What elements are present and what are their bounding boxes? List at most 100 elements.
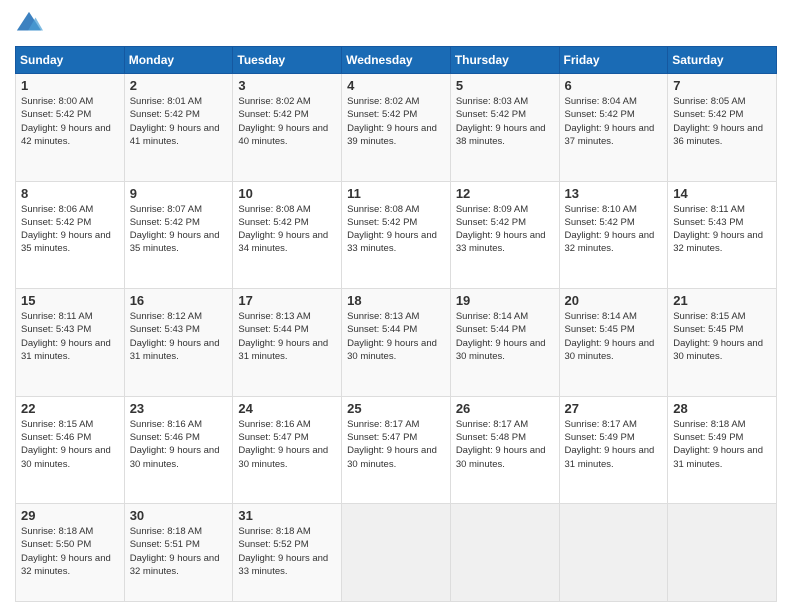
day-number: 1 — [21, 78, 119, 93]
calendar-day-header: Tuesday — [233, 47, 342, 74]
day-number: 7 — [673, 78, 771, 93]
day-number: 25 — [347, 401, 445, 416]
calendar-day-cell: 31 Sunrise: 8:18 AMSunset: 5:52 PMDaylig… — [233, 504, 342, 602]
calendar-week-row: 22 Sunrise: 8:15 AMSunset: 5:46 PMDaylig… — [16, 396, 777, 504]
calendar-day-cell: 7 Sunrise: 8:05 AMSunset: 5:42 PMDayligh… — [668, 74, 777, 182]
calendar-day-cell: 11 Sunrise: 8:08 AMSunset: 5:42 PMDaylig… — [342, 181, 451, 289]
day-number: 28 — [673, 401, 771, 416]
calendar-day-cell: 21 Sunrise: 8:15 AMSunset: 5:45 PMDaylig… — [668, 289, 777, 397]
calendar-day-cell: 2 Sunrise: 8:01 AMSunset: 5:42 PMDayligh… — [124, 74, 233, 182]
day-number: 3 — [238, 78, 336, 93]
calendar-week-row: 29 Sunrise: 8:18 AMSunset: 5:50 PMDaylig… — [16, 504, 777, 602]
day-number: 14 — [673, 186, 771, 201]
day-number: 26 — [456, 401, 554, 416]
day-number: 6 — [565, 78, 663, 93]
day-number: 22 — [21, 401, 119, 416]
calendar-table: SundayMondayTuesdayWednesdayThursdayFrid… — [15, 46, 777, 602]
day-info: Sunrise: 8:16 AMSunset: 5:47 PMDaylight:… — [238, 419, 328, 470]
calendar-day-cell — [450, 504, 559, 602]
calendar-day-cell — [559, 504, 668, 602]
calendar-day-cell: 4 Sunrise: 8:02 AMSunset: 5:42 PMDayligh… — [342, 74, 451, 182]
day-info: Sunrise: 8:10 AMSunset: 5:42 PMDaylight:… — [565, 204, 655, 255]
header — [15, 10, 777, 38]
day-info: Sunrise: 8:18 AMSunset: 5:49 PMDaylight:… — [673, 419, 763, 470]
calendar-day-header: Friday — [559, 47, 668, 74]
day-info: Sunrise: 8:15 AMSunset: 5:46 PMDaylight:… — [21, 419, 111, 470]
day-info: Sunrise: 8:13 AMSunset: 5:44 PMDaylight:… — [238, 311, 328, 362]
day-number: 8 — [21, 186, 119, 201]
day-number: 17 — [238, 293, 336, 308]
calendar-day-cell: 28 Sunrise: 8:18 AMSunset: 5:49 PMDaylig… — [668, 396, 777, 504]
day-info: Sunrise: 8:17 AMSunset: 5:47 PMDaylight:… — [347, 419, 437, 470]
day-number: 19 — [456, 293, 554, 308]
day-info: Sunrise: 8:04 AMSunset: 5:42 PMDaylight:… — [565, 96, 655, 147]
day-info: Sunrise: 8:02 AMSunset: 5:42 PMDaylight:… — [347, 96, 437, 147]
day-info: Sunrise: 8:14 AMSunset: 5:44 PMDaylight:… — [456, 311, 546, 362]
day-number: 30 — [130, 508, 228, 523]
calendar-day-cell: 27 Sunrise: 8:17 AMSunset: 5:49 PMDaylig… — [559, 396, 668, 504]
calendar-day-header: Sunday — [16, 47, 125, 74]
day-info: Sunrise: 8:02 AMSunset: 5:42 PMDaylight:… — [238, 96, 328, 147]
calendar-day-cell: 18 Sunrise: 8:13 AMSunset: 5:44 PMDaylig… — [342, 289, 451, 397]
day-number: 11 — [347, 186, 445, 201]
calendar-day-header: Monday — [124, 47, 233, 74]
calendar-day-header: Saturday — [668, 47, 777, 74]
calendar-day-cell: 15 Sunrise: 8:11 AMSunset: 5:43 PMDaylig… — [16, 289, 125, 397]
calendar-day-cell: 10 Sunrise: 8:08 AMSunset: 5:42 PMDaylig… — [233, 181, 342, 289]
day-info: Sunrise: 8:18 AMSunset: 5:50 PMDaylight:… — [21, 526, 111, 577]
day-info: Sunrise: 8:16 AMSunset: 5:46 PMDaylight:… — [130, 419, 220, 470]
day-number: 27 — [565, 401, 663, 416]
calendar-day-cell: 24 Sunrise: 8:16 AMSunset: 5:47 PMDaylig… — [233, 396, 342, 504]
day-number: 4 — [347, 78, 445, 93]
calendar-day-cell: 14 Sunrise: 8:11 AMSunset: 5:43 PMDaylig… — [668, 181, 777, 289]
day-info: Sunrise: 8:14 AMSunset: 5:45 PMDaylight:… — [565, 311, 655, 362]
calendar-day-cell: 23 Sunrise: 8:16 AMSunset: 5:46 PMDaylig… — [124, 396, 233, 504]
day-number: 9 — [130, 186, 228, 201]
day-info: Sunrise: 8:17 AMSunset: 5:49 PMDaylight:… — [565, 419, 655, 470]
day-info: Sunrise: 8:07 AMSunset: 5:42 PMDaylight:… — [130, 204, 220, 255]
calendar-day-cell — [668, 504, 777, 602]
page: SundayMondayTuesdayWednesdayThursdayFrid… — [0, 0, 792, 612]
calendar-header-row: SundayMondayTuesdayWednesdayThursdayFrid… — [16, 47, 777, 74]
calendar-week-row: 15 Sunrise: 8:11 AMSunset: 5:43 PMDaylig… — [16, 289, 777, 397]
day-number: 18 — [347, 293, 445, 308]
day-info: Sunrise: 8:09 AMSunset: 5:42 PMDaylight:… — [456, 204, 546, 255]
day-info: Sunrise: 8:00 AMSunset: 5:42 PMDaylight:… — [21, 96, 111, 147]
day-info: Sunrise: 8:17 AMSunset: 5:48 PMDaylight:… — [456, 419, 546, 470]
calendar-day-cell: 9 Sunrise: 8:07 AMSunset: 5:42 PMDayligh… — [124, 181, 233, 289]
calendar-day-cell: 29 Sunrise: 8:18 AMSunset: 5:50 PMDaylig… — [16, 504, 125, 602]
day-info: Sunrise: 8:01 AMSunset: 5:42 PMDaylight:… — [130, 96, 220, 147]
day-info: Sunrise: 8:06 AMSunset: 5:42 PMDaylight:… — [21, 204, 111, 255]
calendar-day-cell: 1 Sunrise: 8:00 AMSunset: 5:42 PMDayligh… — [16, 74, 125, 182]
calendar-day-cell: 6 Sunrise: 8:04 AMSunset: 5:42 PMDayligh… — [559, 74, 668, 182]
day-info: Sunrise: 8:13 AMSunset: 5:44 PMDaylight:… — [347, 311, 437, 362]
calendar-day-header: Wednesday — [342, 47, 451, 74]
day-info: Sunrise: 8:11 AMSunset: 5:43 PMDaylight:… — [21, 311, 111, 362]
day-info: Sunrise: 8:11 AMSunset: 5:43 PMDaylight:… — [673, 204, 763, 255]
calendar-week-row: 8 Sunrise: 8:06 AMSunset: 5:42 PMDayligh… — [16, 181, 777, 289]
day-info: Sunrise: 8:03 AMSunset: 5:42 PMDaylight:… — [456, 96, 546, 147]
day-info: Sunrise: 8:15 AMSunset: 5:45 PMDaylight:… — [673, 311, 763, 362]
day-number: 13 — [565, 186, 663, 201]
day-info: Sunrise: 8:18 AMSunset: 5:52 PMDaylight:… — [238, 526, 328, 577]
calendar-day-cell: 3 Sunrise: 8:02 AMSunset: 5:42 PMDayligh… — [233, 74, 342, 182]
calendar-day-cell: 26 Sunrise: 8:17 AMSunset: 5:48 PMDaylig… — [450, 396, 559, 504]
calendar-week-row: 1 Sunrise: 8:00 AMSunset: 5:42 PMDayligh… — [16, 74, 777, 182]
day-number: 23 — [130, 401, 228, 416]
day-number: 16 — [130, 293, 228, 308]
day-info: Sunrise: 8:08 AMSunset: 5:42 PMDaylight:… — [238, 204, 328, 255]
day-number: 12 — [456, 186, 554, 201]
calendar-day-cell: 30 Sunrise: 8:18 AMSunset: 5:51 PMDaylig… — [124, 504, 233, 602]
day-number: 21 — [673, 293, 771, 308]
day-number: 29 — [21, 508, 119, 523]
logo — [15, 10, 47, 38]
calendar-day-cell: 17 Sunrise: 8:13 AMSunset: 5:44 PMDaylig… — [233, 289, 342, 397]
day-number: 20 — [565, 293, 663, 308]
day-info: Sunrise: 8:18 AMSunset: 5:51 PMDaylight:… — [130, 526, 220, 577]
day-number: 24 — [238, 401, 336, 416]
day-info: Sunrise: 8:05 AMSunset: 5:42 PMDaylight:… — [673, 96, 763, 147]
logo-icon — [15, 10, 43, 38]
calendar-day-header: Thursday — [450, 47, 559, 74]
calendar-day-cell: 5 Sunrise: 8:03 AMSunset: 5:42 PMDayligh… — [450, 74, 559, 182]
day-number: 2 — [130, 78, 228, 93]
